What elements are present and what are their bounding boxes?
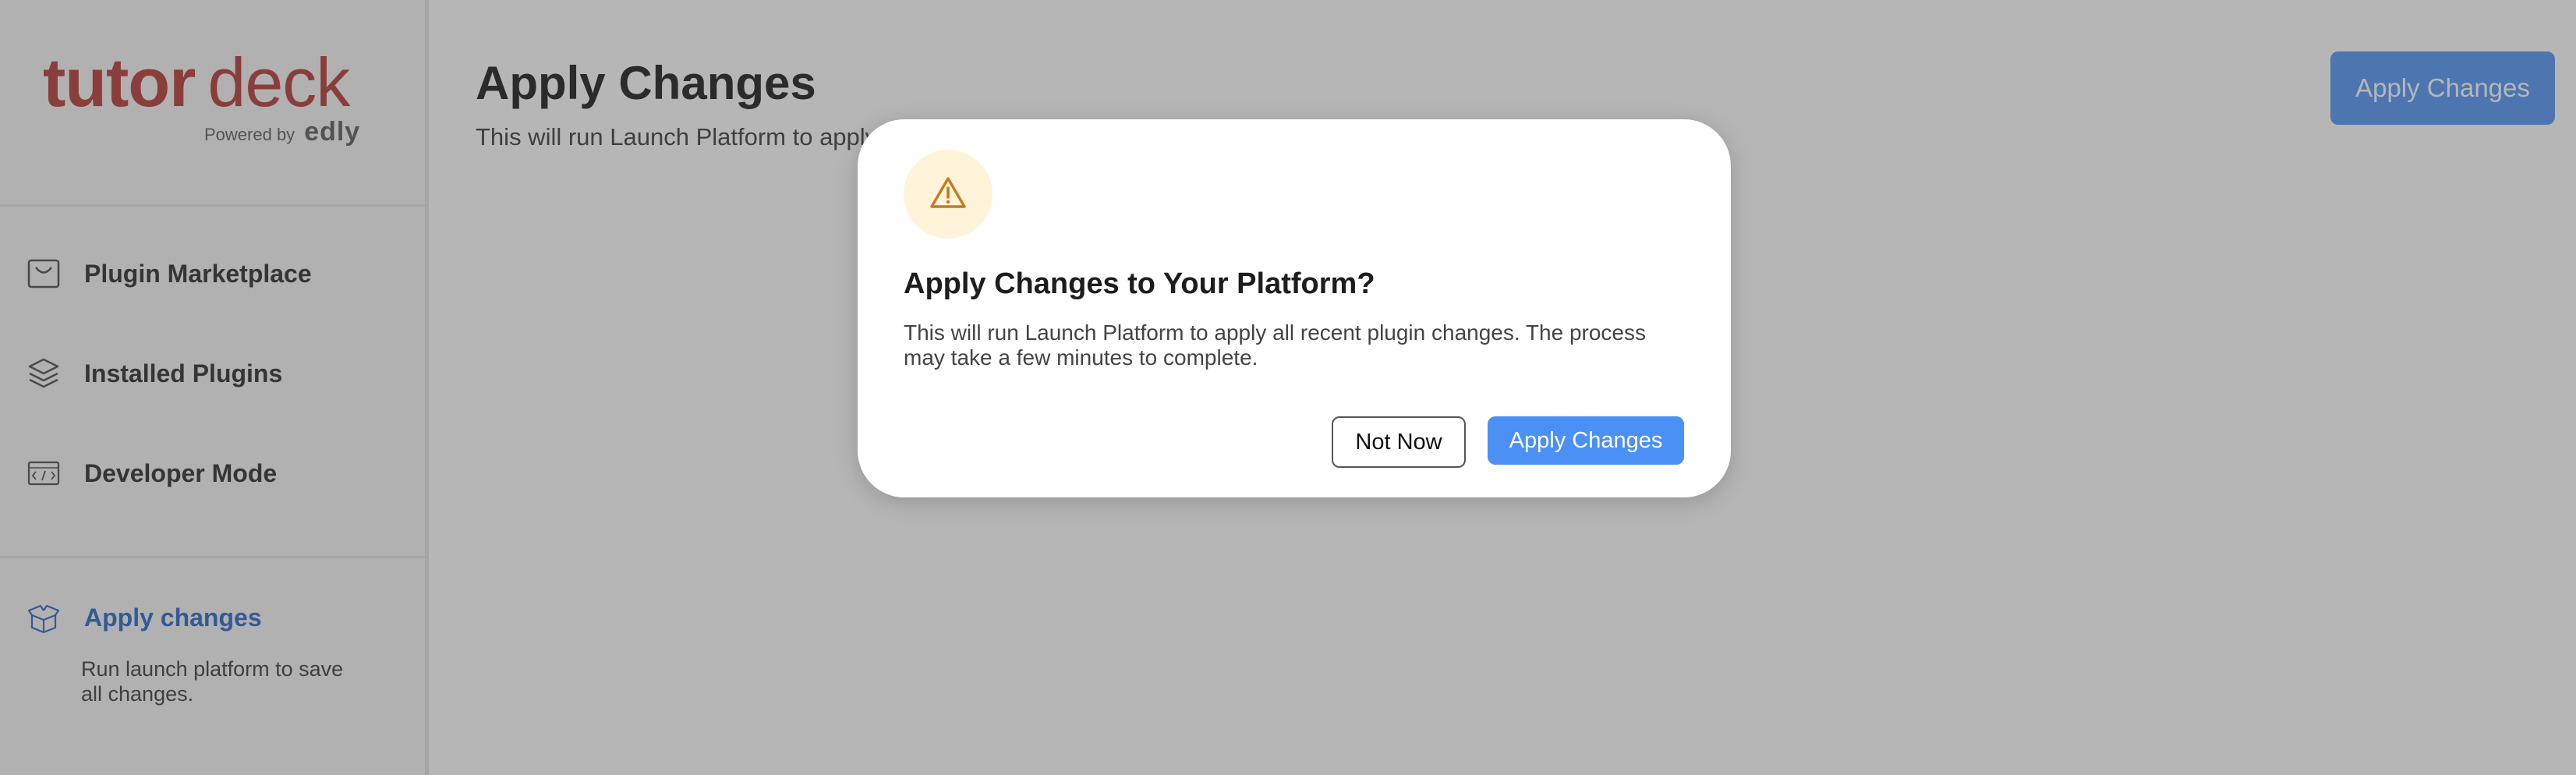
dialog-title: Apply Changes to Your Platform? [904,267,1375,300]
not-now-button[interactable]: Not Now [1332,416,1466,468]
dialog-message: This will run Launch Platform to apply a… [904,320,1646,370]
confirm-dialog: Apply Changes to Your Platform? This wil… [858,119,1731,497]
app-root: tutor deck Powered by edly Plugin Marketp… [0,0,2576,775]
confirm-apply-button[interactable]: Apply Changes [1488,416,1684,465]
warning-icon-badge [904,150,993,239]
warning-triangle-icon [929,175,968,214]
